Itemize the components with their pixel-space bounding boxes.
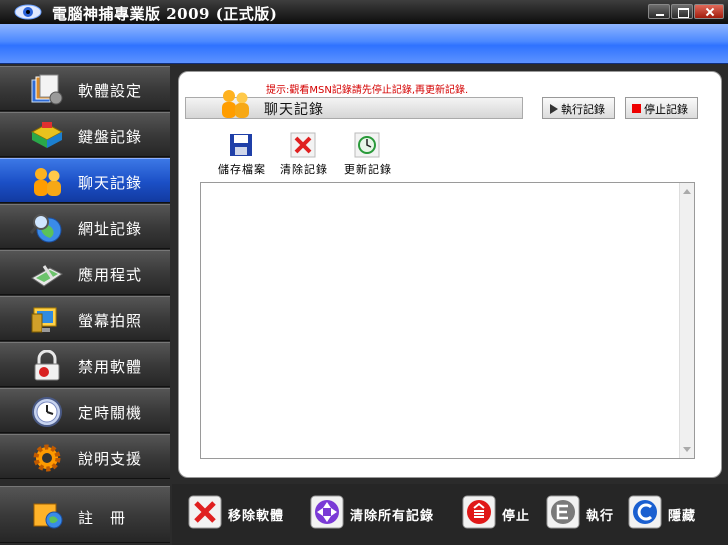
play-icon: [550, 104, 558, 114]
sidebar-item-label: 註 冊: [78, 509, 127, 527]
delete-x-icon: [290, 132, 316, 158]
sidebar-item-label: 網址記錄: [78, 220, 143, 238]
clock-icon: [32, 397, 62, 427]
remove-x-icon: [188, 495, 222, 529]
run-icon: [546, 495, 580, 529]
vertical-scrollbar[interactable]: [679, 183, 694, 458]
sidebar-item-label: 鍵盤記錄: [78, 128, 143, 146]
sidebar-item-label: 螢幕拍照: [78, 312, 143, 330]
screenshot-icon: [31, 307, 57, 333]
chat-log-textarea[interactable]: [200, 182, 695, 459]
scroll-up-icon[interactable]: [683, 189, 691, 194]
sidebar-item-label: 禁用軟體: [78, 358, 143, 376]
refresh-log-button[interactable]: 更新記錄: [338, 130, 398, 176]
sidebar-item-applications[interactable]: 應用程式: [0, 250, 170, 295]
maximize-button[interactable]: [671, 4, 693, 19]
hide-icon: [628, 495, 662, 529]
minimize-button[interactable]: [648, 4, 670, 19]
sidebar-item-url-log[interactable]: 網址記錄: [0, 204, 170, 249]
sidebar-item-register[interactable]: 註 冊: [0, 486, 170, 543]
stop-icon: [462, 495, 496, 529]
stop-recording-button[interactable]: 停止記錄: [625, 97, 698, 119]
clear-log-button[interactable]: 清除記錄: [274, 130, 334, 176]
header-banner: [0, 24, 728, 64]
hint-text: 提示:觀看MSN記錄請先停止記錄,再更新記錄.: [266, 85, 469, 96]
register-icon: [33, 503, 63, 529]
stop-icon: [632, 104, 641, 113]
sidebar-item-screenshot[interactable]: 螢幕拍照: [0, 296, 170, 341]
section-title: 聊天記錄: [264, 102, 324, 118]
close-icon: [695, 5, 723, 18]
sidebar-item-label: 應用程式: [78, 266, 143, 284]
url-log-icon: [30, 214, 62, 243]
sidebar-item-keyboard-log[interactable]: 鍵盤記錄: [0, 112, 170, 157]
gear-icon: [33, 444, 61, 472]
chat-log-icon: [222, 90, 249, 118]
chat-log-icon: [34, 168, 61, 196]
scroll-down-icon[interactable]: [683, 447, 691, 452]
start-recording-button[interactable]: 執行記錄: [542, 97, 615, 119]
sidebar-item-help-support[interactable]: 說明支援: [0, 434, 170, 479]
maximize-icon: [672, 5, 692, 18]
refresh-icon: [354, 132, 380, 158]
sidebar-item-software-settings[interactable]: 軟體設定: [0, 66, 170, 111]
clear-all-icon: [310, 495, 344, 529]
keyboard-log-icon: [30, 122, 64, 148]
sidebar-item-disable-software[interactable]: 禁用軟體: [0, 342, 170, 387]
save-file-button[interactable]: 儲存檔案: [212, 130, 272, 176]
applications-icon: [31, 265, 63, 287]
close-button[interactable]: [694, 4, 724, 19]
sidebar-item-scheduled-shutdown[interactable]: 定時關機: [0, 388, 170, 433]
sidebar-item-label: 軟體設定: [78, 82, 143, 100]
title-bar: 電腦神捕專業版 2009 (正式版): [0, 0, 728, 24]
sidebar-item-label: 說明支援: [78, 450, 143, 468]
minimize-icon: [649, 5, 669, 18]
sidebar-item-label: 聊天記錄: [78, 174, 143, 192]
sidebar-item-chat-log[interactable]: 聊天記錄: [0, 158, 170, 203]
software-settings-icon: [31, 74, 63, 105]
floppy-disk-icon: [230, 134, 252, 156]
lock-icon: [34, 350, 60, 381]
eye-icon: [14, 4, 42, 20]
window-title: 電腦神捕專業版 2009 (正式版): [52, 5, 278, 23]
sidebar-item-label: 定時關機: [78, 404, 143, 422]
